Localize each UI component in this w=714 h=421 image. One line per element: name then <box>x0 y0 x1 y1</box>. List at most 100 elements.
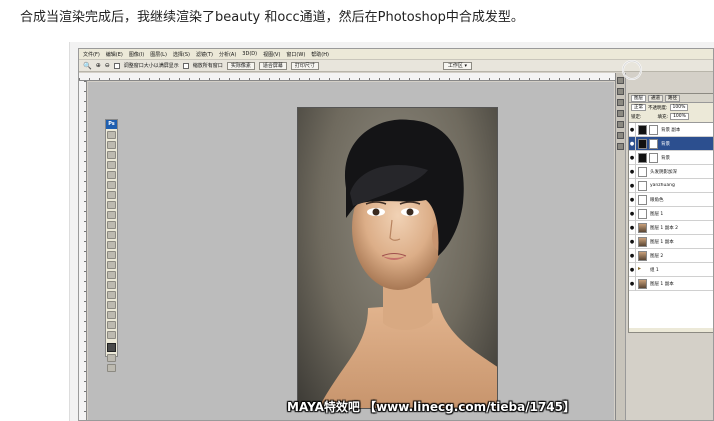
layer-row[interactable]: ● 图层 1 副本 <box>629 276 713 291</box>
layer-row[interactable]: ● 背景 <box>629 150 713 165</box>
actual-pixels-button[interactable]: 实际像素 <box>226 61 255 70</box>
eraser-tool-icon[interactable] <box>107 231 116 239</box>
crop-tool-icon[interactable] <box>107 171 116 179</box>
layers-panel: 图层 通道 路径 正常 不透明度: 100% 锁定: 填充: 100% ● 背景 … <box>628 93 713 333</box>
clone-source-panel-icon[interactable] <box>617 132 624 139</box>
marquee-tool-icon[interactable] <box>107 141 116 149</box>
layer-row[interactable]: ● 背景 副本 <box>629 123 713 137</box>
site-logo <box>622 60 642 80</box>
layer-row[interactable]: ● yanzhuang <box>629 178 713 193</box>
tab-channels[interactable]: 通道 <box>648 94 663 102</box>
brush-panel-icon[interactable] <box>617 121 624 128</box>
move-tool-icon[interactable] <box>107 131 116 139</box>
3d-rotate-tool-icon[interactable] <box>107 311 116 319</box>
layer-row[interactable]: ● 图层 1 副本 2 <box>629 220 713 235</box>
layer-row[interactable]: ● 头发阴影加深 <box>629 164 713 179</box>
fill-label: 填充: <box>657 114 669 120</box>
print-size-button[interactable]: 打印尺寸 <box>290 61 319 70</box>
menu-analysis[interactable]: 分析(A) <box>219 51 236 58</box>
layer-mask-thumbnail[interactable] <box>649 124 658 135</box>
zoom-all-checkbox[interactable] <box>182 62 189 69</box>
zoom-in-icon[interactable]: ⊕ <box>96 62 101 69</box>
menu-file[interactable]: 文件(F) <box>83 51 100 58</box>
clone-stamp-tool-icon[interactable] <box>107 211 116 219</box>
zoom-tool-icon[interactable]: 🔍 <box>83 62 92 70</box>
blend-mode-select[interactable]: 正常 <box>631 104 646 111</box>
toolbox: Ps <box>105 119 118 372</box>
layer-thumbnail <box>638 250 647 261</box>
dodge-tool-icon[interactable] <box>107 261 116 269</box>
visibility-eye-icon[interactable]: ● <box>629 123 636 137</box>
layer-thumbnail <box>638 236 647 247</box>
visibility-eye-icon[interactable]: ● <box>629 178 636 193</box>
magic-wand-tool-icon[interactable] <box>107 161 116 169</box>
workspace-dropdown[interactable]: 工作区 ▾ <box>442 61 472 70</box>
eyedropper-tool-icon[interactable] <box>107 181 116 189</box>
brush-tool-icon[interactable] <box>107 201 116 209</box>
vertical-ruler <box>79 81 87 420</box>
horizontal-ruler <box>79 73 615 81</box>
layer-row[interactable]: ● ▸ 组 1 <box>629 262 713 277</box>
menu-edit[interactable]: 编辑(E) <box>106 51 123 58</box>
layer-thumbnail <box>638 138 647 149</box>
actions-panel-icon[interactable] <box>617 88 624 95</box>
menu-layer[interactable]: 图层(L) <box>150 51 167 58</box>
hand-tool-icon[interactable] <box>107 321 116 329</box>
layer-row[interactable]: ● 背景 <box>629 136 713 151</box>
visibility-eye-icon[interactable]: ● <box>629 248 636 263</box>
visibility-eye-icon[interactable]: ● <box>629 276 636 291</box>
styles-panel-icon[interactable] <box>617 143 624 150</box>
visibility-eye-icon[interactable]: ● <box>629 234 636 249</box>
ps-logo: Ps <box>106 120 117 129</box>
visibility-eye-icon[interactable]: ● <box>629 164 636 179</box>
layer-name: 图层 1 副本 2 <box>650 225 679 231</box>
panel-dock: 图层 通道 路径 正常 不透明度: 100% 锁定: 填充: 100% ● 背景 … <box>615 73 713 420</box>
pen-tool-icon[interactable] <box>107 271 116 279</box>
fit-screen-button[interactable]: 适合屏幕 <box>258 61 287 70</box>
layer-mask-thumbnail[interactable] <box>649 152 658 163</box>
info-panel-icon[interactable] <box>617 110 624 117</box>
menu-select[interactable]: 选择(S) <box>173 51 190 58</box>
photoshop-window: 文件(F) 编辑(E) 图像(I) 图层(L) 选择(S) 滤镜(T) 分析(A… <box>78 48 714 421</box>
layer-row[interactable]: ● 眼角色 <box>629 192 713 207</box>
layer-row[interactable]: ● 图层 1 <box>629 206 713 221</box>
color-swatch[interactable] <box>107 343 116 352</box>
visibility-eye-icon[interactable]: ● <box>629 220 636 235</box>
lock-row: 锁定: 填充: 100% <box>629 112 713 121</box>
shape-tool-icon[interactable] <box>107 301 116 309</box>
blur-tool-icon[interactable] <box>107 251 116 259</box>
gradient-tool-icon[interactable] <box>107 241 116 249</box>
zoom-out-icon[interactable]: ⊖ <box>105 62 110 69</box>
fill-field[interactable]: 100% <box>670 113 689 120</box>
navigator-panel-icon[interactable] <box>617 99 624 106</box>
zoom-tool-box-icon[interactable] <box>107 331 116 339</box>
visibility-eye-icon[interactable]: ● <box>629 192 636 207</box>
layer-row[interactable]: ● 图层 1 副本 <box>629 234 713 249</box>
tab-layers[interactable]: 图层 <box>631 94 646 102</box>
menu-3d[interactable]: 3D(D) <box>242 51 257 57</box>
visibility-eye-icon[interactable]: ● <box>629 262 636 277</box>
tab-paths[interactable]: 路径 <box>665 94 680 102</box>
layer-mask-thumbnail[interactable] <box>649 138 658 149</box>
menu-view[interactable]: 视图(V) <box>263 51 280 58</box>
healing-brush-tool-icon[interactable] <box>107 191 116 199</box>
visibility-eye-icon[interactable]: ● <box>629 206 636 221</box>
menu-help[interactable]: 帮助(H) <box>311 51 329 58</box>
visibility-eye-icon[interactable]: ● <box>629 150 636 165</box>
screen-mode-icon[interactable] <box>107 364 116 372</box>
path-selection-tool-icon[interactable] <box>107 291 116 299</box>
opacity-field[interactable]: 100% <box>669 104 689 111</box>
quick-mask-icon[interactable] <box>107 354 116 362</box>
menu-image[interactable]: 图像(I) <box>129 51 144 58</box>
resize-windows-checkbox[interactable] <box>113 62 120 69</box>
menu-window[interactable]: 窗口(W) <box>286 51 305 58</box>
layer-row[interactable]: ● 图层 2 <box>629 248 713 263</box>
visibility-eye-icon[interactable]: ● <box>629 136 636 151</box>
lasso-tool-icon[interactable] <box>107 151 116 159</box>
history-brush-tool-icon[interactable] <box>107 221 116 229</box>
layer-name: 图层 1 <box>650 211 664 217</box>
document-image <box>297 107 498 409</box>
menu-filter[interactable]: 滤镜(T) <box>196 51 213 58</box>
lock-label: 锁定: <box>631 114 642 120</box>
type-tool-icon[interactable] <box>107 281 116 289</box>
